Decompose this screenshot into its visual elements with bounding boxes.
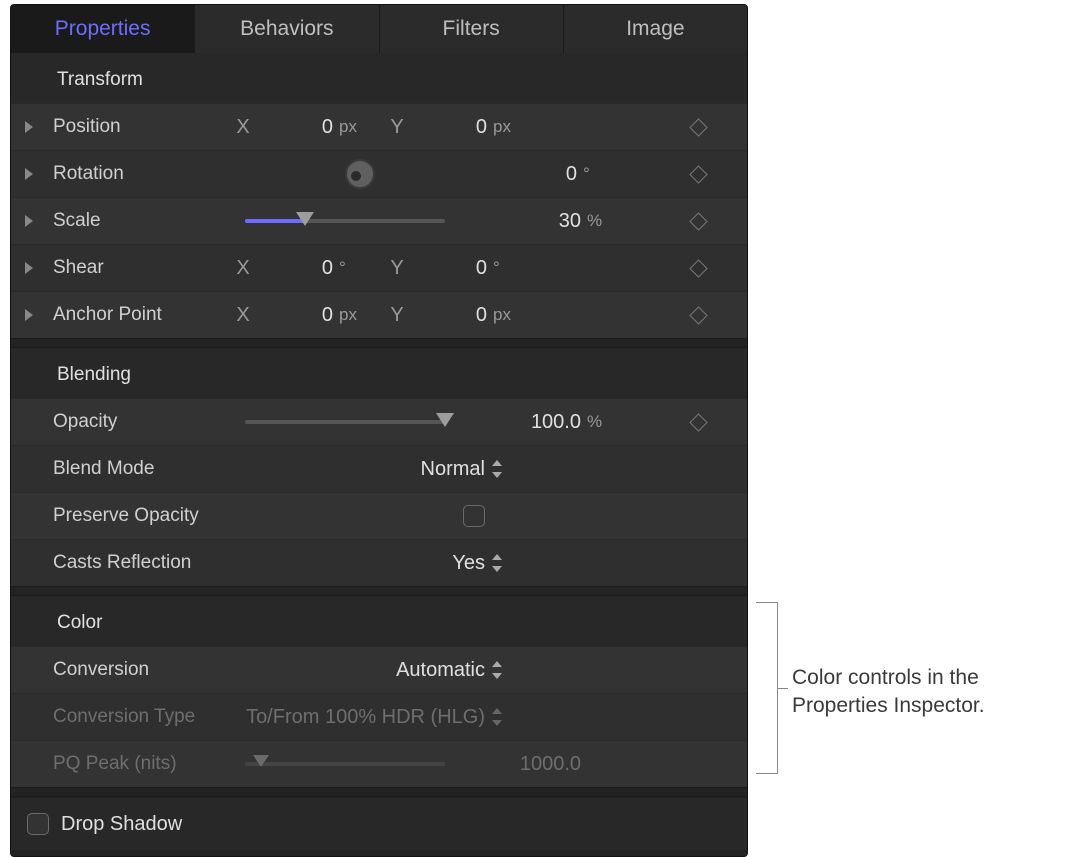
row-opacity: Opacity 100.0 % (11, 398, 747, 445)
row-anchor-point: Anchor Point X 0 px Y 0 px (11, 291, 747, 338)
anchor-x-value[interactable]: 0 (261, 304, 339, 327)
rotation-unit: ° (583, 164, 623, 184)
shear-x-value[interactable]: 0 (261, 257, 339, 280)
row-conversion: Conversion Automatic (11, 646, 747, 693)
shear-y-unit: ° (493, 258, 533, 278)
section-title-blending: Blending (11, 348, 747, 398)
disclosure-icon[interactable] (25, 215, 33, 227)
scale-unit: % (587, 211, 627, 231)
annotation-line2: Properties Inspector. (792, 694, 985, 717)
casts-reflection-label: Casts Reflection (45, 552, 225, 574)
drop-shadow-label: Drop Shadow (61, 813, 182, 836)
casts-reflection-dropdown[interactable]: Yes (225, 552, 663, 575)
position-x-value[interactable]: 0 (261, 116, 339, 139)
chevron-up-down-icon (491, 661, 503, 679)
rotation-dial[interactable] (345, 159, 375, 189)
opacity-unit: % (587, 412, 627, 432)
row-conversion-type: Conversion Type To/From 100% HDR (HLG) (11, 693, 747, 740)
anchor-y-value[interactable]: 0 (415, 304, 493, 327)
annotation-text: Color controls in the Properties Inspect… (792, 664, 985, 721)
conversion-value: Automatic (396, 659, 485, 682)
annotation-line1: Color controls in the (792, 666, 979, 689)
tab-properties[interactable]: Properties (11, 5, 195, 53)
drop-shadow-checkbox[interactable] (27, 813, 49, 835)
x-label: X (225, 304, 261, 327)
disclosure-icon[interactable] (25, 168, 33, 180)
row-preserve-opacity: Preserve Opacity (11, 492, 747, 539)
pq-peak-slider: 1000.0 (225, 741, 663, 787)
properties-inspector: Properties Behaviors Filters Image Trans… (10, 4, 748, 857)
position-xy: X 0 px Y 0 px (225, 116, 663, 139)
row-casts-reflection: Casts Reflection Yes (11, 539, 747, 586)
position-x-unit: px (339, 117, 379, 137)
scale-value[interactable]: 30 (509, 210, 587, 233)
conversion-dropdown[interactable]: Automatic (225, 659, 663, 682)
y-label: Y (379, 116, 415, 139)
row-pq-peak: PQ Peak (nits) 1000.0 (11, 740, 747, 787)
blend-mode-dropdown[interactable]: Normal (225, 458, 663, 481)
shear-x-unit: ° (339, 258, 379, 278)
conversion-label: Conversion (45, 659, 225, 681)
disclosure-icon[interactable] (25, 121, 33, 133)
anchor-label: Anchor Point (45, 304, 225, 326)
rotation-label: Rotation (45, 163, 225, 185)
pq-peak-label: PQ Peak (nits) (45, 753, 225, 775)
section-title-transform: Transform (11, 53, 747, 103)
rotation-value[interactable]: 0 (505, 163, 583, 186)
keyframe-icon[interactable] (689, 259, 707, 277)
position-y-value[interactable]: 0 (415, 116, 493, 139)
row-blend-mode: Blend Mode Normal (11, 445, 747, 492)
row-shear: Shear X 0 ° Y 0 ° (11, 244, 747, 291)
casts-reflection-value: Yes (452, 552, 485, 575)
preserve-opacity-checkbox[interactable] (463, 505, 485, 527)
disclosure-icon[interactable] (25, 309, 33, 321)
blend-mode-value: Normal (421, 458, 485, 481)
chevron-up-down-icon (491, 554, 503, 572)
row-rotation: Rotation 0 ° (11, 150, 747, 197)
keyframe-icon[interactable] (689, 413, 707, 431)
disclosure-icon[interactable] (25, 262, 33, 274)
keyframe-icon[interactable] (689, 118, 707, 136)
anchor-y-unit: px (493, 305, 533, 325)
row-position: Position X 0 px Y 0 px (11, 103, 747, 150)
shear-y-value[interactable]: 0 (415, 257, 493, 280)
position-y-unit: px (493, 117, 533, 137)
keyframe-icon[interactable] (689, 165, 707, 183)
conversion-type-value: To/From 100% HDR (HLG) (246, 706, 485, 729)
conversion-type-label: Conversion Type (45, 706, 225, 728)
x-label: X (225, 116, 261, 139)
conversion-type-dropdown: To/From 100% HDR (HLG) (225, 706, 663, 729)
tab-image[interactable]: Image (564, 5, 747, 53)
tab-behaviors[interactable]: Behaviors (195, 5, 379, 53)
y-label: Y (379, 304, 415, 327)
scale-slider[interactable]: 30 % (225, 198, 663, 244)
scale-label: Scale (45, 210, 225, 232)
anchor-xy: X 0 px Y 0 px (225, 304, 663, 327)
opacity-slider[interactable]: 100.0 % (225, 399, 663, 445)
chevron-up-down-icon (491, 708, 503, 726)
tab-filters[interactable]: Filters (380, 5, 564, 53)
pq-peak-value: 1000.0 (509, 753, 587, 776)
section-title-color: Color (11, 596, 747, 646)
anchor-x-unit: px (339, 305, 379, 325)
shear-label: Shear (45, 257, 225, 279)
keyframe-icon[interactable] (689, 212, 707, 230)
chevron-up-down-icon (491, 460, 503, 478)
x-label: X (225, 257, 261, 280)
position-label: Position (45, 116, 225, 138)
shear-xy: X 0 ° Y 0 ° (225, 257, 663, 280)
opacity-value[interactable]: 100.0 (509, 411, 587, 434)
row-scale: Scale 30 % (11, 197, 747, 244)
preserve-opacity-label: Preserve Opacity (45, 505, 225, 527)
row-drop-shadow: Drop Shadow (11, 797, 747, 850)
opacity-label: Opacity (45, 411, 225, 433)
inspector-tabs: Properties Behaviors Filters Image (11, 5, 747, 53)
y-label: Y (379, 257, 415, 280)
blend-mode-label: Blend Mode (45, 458, 225, 480)
keyframe-icon[interactable] (689, 306, 707, 324)
